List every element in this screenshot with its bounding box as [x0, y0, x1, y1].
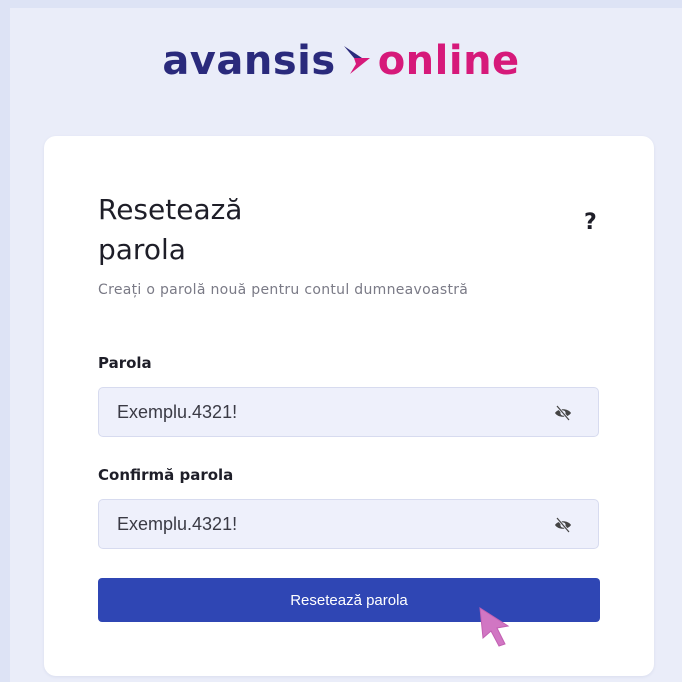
reset-password-button[interactable]: Resetează parola — [98, 578, 600, 622]
logo-text-online: online — [377, 38, 520, 84]
eye-slash-icon[interactable] — [554, 404, 572, 422]
page-subtitle: Creați o parolă nouă pentru contul dumne… — [98, 282, 469, 298]
password-input[interactable] — [99, 388, 598, 436]
password-label: Parola — [98, 354, 152, 372]
confirm-password-input[interactable] — [99, 500, 598, 548]
password-field-wrapper — [98, 387, 599, 437]
logo-text-avansis: avansis — [162, 38, 336, 84]
confirm-password-label: Confirmă parola — [98, 466, 234, 484]
chevron-logo-icon — [343, 46, 370, 74]
reset-password-card: Resetează parola ? Creați o parolă nouă … — [44, 136, 654, 676]
help-button[interactable]: ? — [584, 210, 597, 235]
mouse-pointer-icon — [479, 607, 510, 647]
page-title: Resetează parola — [98, 193, 243, 266]
avansis-online-logo: avansis online — [0, 38, 682, 84]
eye-slash-icon[interactable] — [554, 516, 572, 534]
confirm-password-field-wrapper — [98, 499, 599, 549]
